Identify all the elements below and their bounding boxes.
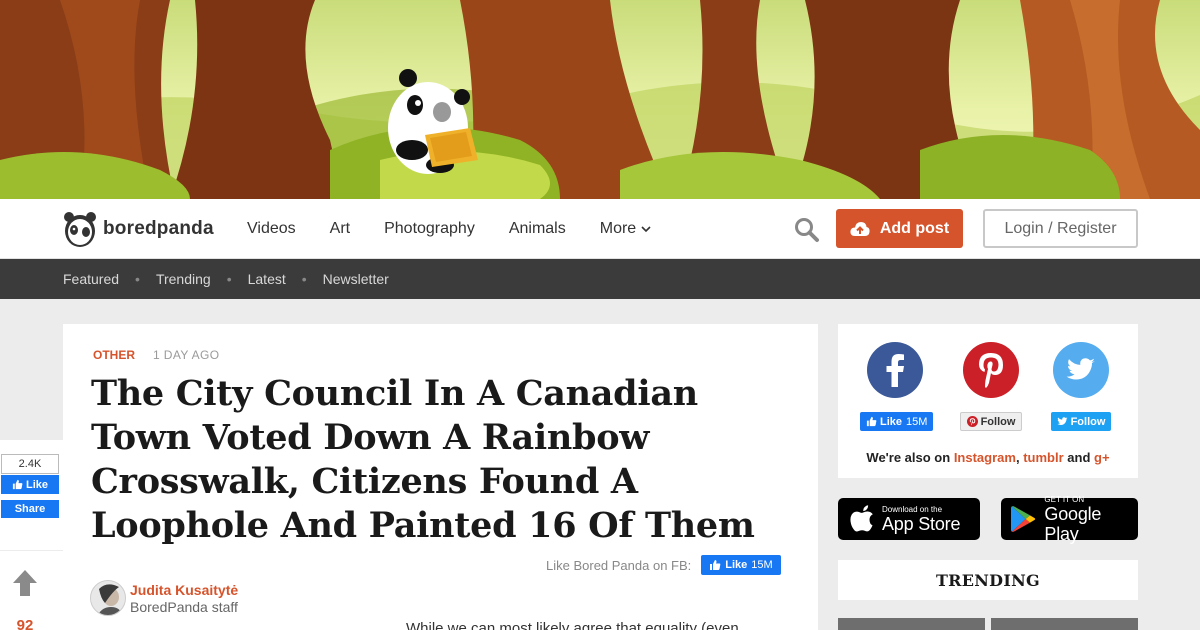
search-button[interactable] bbox=[794, 217, 820, 243]
panda-logo-icon bbox=[64, 212, 96, 247]
fb-page-like-text: Like bbox=[725, 559, 748, 571]
fb-like-box: 2.4K Like Share bbox=[1, 454, 59, 518]
thumbs-up-icon bbox=[710, 560, 721, 570]
pinterest-small-icon bbox=[966, 416, 978, 427]
facebook-like-count: 15M bbox=[906, 415, 928, 428]
fb-page-like-row: Like Bored Panda on FB: Like 15M bbox=[546, 555, 781, 575]
app-store-text: Download on the App Store bbox=[882, 505, 960, 534]
add-post-button[interactable]: Add post bbox=[836, 209, 963, 248]
main-nav: boredpanda Videos Art Photography Animal… bbox=[0, 199, 1200, 259]
trending-thumbnail[interactable] bbox=[991, 618, 1138, 630]
fb-page-like-label: Like Bored Panda on FB: bbox=[546, 557, 692, 573]
google-play-icon bbox=[1011, 506, 1036, 532]
primary-nav-links: Videos Art Photography Animals More bbox=[247, 199, 686, 259]
facebook-icon[interactable] bbox=[867, 342, 923, 398]
subnav-newsletter[interactable]: Newsletter bbox=[323, 271, 389, 287]
trending-heading: TRENDING bbox=[838, 560, 1138, 600]
pinterest-icon[interactable] bbox=[963, 342, 1019, 398]
nav-link-photography[interactable]: Photography bbox=[384, 220, 475, 238]
fb-like-count: 2.4K bbox=[1, 454, 59, 474]
logo-wordmark: boredpanda bbox=[103, 218, 214, 239]
author-photo bbox=[91, 581, 125, 615]
nav-more-label: More bbox=[599, 220, 637, 237]
article-card: OTHER 1 DAY AGO The City Council In A Ca… bbox=[63, 324, 818, 630]
tumblr-link[interactable]: tumblr bbox=[1023, 450, 1063, 465]
facebook-logo bbox=[886, 354, 904, 387]
header-banner bbox=[0, 0, 1200, 199]
thumbs-up-icon bbox=[12, 479, 23, 490]
pinterest-logo bbox=[979, 353, 1003, 388]
subnav-separator: • bbox=[135, 271, 140, 287]
sub-nav: Featured • Trending • Latest • Newslette… bbox=[0, 259, 1200, 299]
twitter-icon[interactable] bbox=[1053, 342, 1109, 398]
subnav-featured[interactable]: Featured bbox=[63, 271, 119, 287]
twitter-bird-icon bbox=[1056, 417, 1068, 425]
author-role: BoredPanda staff bbox=[130, 598, 238, 615]
subnav-latest[interactable]: Latest bbox=[248, 271, 286, 287]
author-name[interactable]: Judita Kusaitytė bbox=[130, 582, 238, 598]
facebook-follow: Like 15M bbox=[860, 342, 934, 432]
subnav-separator: • bbox=[226, 271, 232, 287]
fb-like-button[interactable]: Like bbox=[1, 475, 59, 494]
article-meta: OTHER 1 DAY AGO bbox=[93, 348, 220, 362]
also-on-text: We're also on Instagram, tumblr and g+ bbox=[866, 450, 1110, 465]
google-play-big-text: Google Play bbox=[1044, 503, 1102, 544]
nav-link-animals[interactable]: Animals bbox=[509, 220, 566, 238]
google-play-text: GET IT ON Google Play bbox=[1044, 495, 1138, 544]
article-date: 1 DAY AGO bbox=[153, 348, 220, 362]
twitter-follow-label: Follow bbox=[1070, 415, 1106, 428]
fb-like-label: Like bbox=[25, 478, 48, 491]
facebook-like-label: Like bbox=[880, 415, 903, 428]
also-on-prefix: We're also on bbox=[866, 450, 951, 465]
also-on-and: and bbox=[1067, 450, 1091, 465]
subnav-trending[interactable]: Trending bbox=[156, 271, 211, 287]
nav-link-art[interactable]: Art bbox=[330, 220, 350, 238]
author-avatar[interactable] bbox=[90, 580, 126, 616]
pinterest-follow-label: Follow bbox=[980, 415, 1016, 428]
nav-more-dropdown[interactable]: More bbox=[600, 220, 652, 238]
fb-page-like-button[interactable]: Like 15M bbox=[701, 555, 781, 575]
social-follow-box: Like 15M Follow Follow We're also on Ins… bbox=[838, 324, 1138, 478]
share-sidebar: 2.4K Like Share bbox=[0, 440, 63, 550]
vote-count: 92 bbox=[16, 617, 34, 630]
fb-page-like-count: 15M bbox=[751, 559, 773, 571]
article-intro-text: While we can most likely agree that equa… bbox=[406, 620, 739, 630]
chevron-down-icon bbox=[641, 226, 651, 233]
author-info: Judita Kusaitytė BoredPanda staff bbox=[130, 582, 238, 615]
site-logo[interactable]: boredpanda bbox=[63, 209, 214, 249]
fb-share-button[interactable]: Share bbox=[1, 500, 59, 518]
add-post-label: Add post bbox=[879, 219, 950, 237]
subnav-separator: • bbox=[301, 271, 307, 287]
app-store-badge[interactable]: Download on the App Store bbox=[838, 498, 980, 540]
twitter-logo bbox=[1066, 358, 1095, 380]
thumbs-up-icon bbox=[866, 416, 877, 427]
apple-icon bbox=[850, 505, 873, 532]
google-play-badge[interactable]: GET IT ON Google Play bbox=[1001, 495, 1138, 544]
search-icon bbox=[795, 218, 819, 242]
trending-thumbnail[interactable] bbox=[838, 618, 985, 630]
google-play-small-text: GET IT ON bbox=[1044, 494, 1085, 504]
article-title: The City Council In A Canadian Town Vote… bbox=[91, 373, 755, 546]
panda-mascot bbox=[388, 69, 478, 174]
facebook-like-button[interactable]: Like 15M bbox=[860, 412, 934, 431]
article-category[interactable]: OTHER bbox=[93, 348, 135, 362]
nav-link-videos[interactable]: Videos bbox=[247, 220, 296, 238]
cloud-upload-icon bbox=[850, 221, 870, 236]
instagram-link[interactable]: Instagram bbox=[954, 450, 1016, 465]
upvote-arrow-icon[interactable] bbox=[12, 569, 38, 597]
twitter-follow: Follow bbox=[1046, 342, 1116, 431]
login-register-button[interactable]: Login / Register bbox=[983, 209, 1138, 248]
article-author: Judita Kusaitytė BoredPanda staff bbox=[90, 580, 238, 616]
twitter-follow-button[interactable]: Follow bbox=[1050, 412, 1112, 431]
pinterest-follow: Follow bbox=[956, 342, 1026, 432]
app-store-small-text: Download on the bbox=[882, 504, 943, 514]
forest-illustration bbox=[0, 0, 1200, 199]
google-plus-link[interactable]: g+ bbox=[1094, 450, 1110, 465]
app-store-big-text: App Store bbox=[882, 513, 961, 534]
vote-sidebar: 92 bbox=[0, 551, 63, 630]
pinterest-follow-button[interactable]: Follow bbox=[959, 412, 1023, 431]
